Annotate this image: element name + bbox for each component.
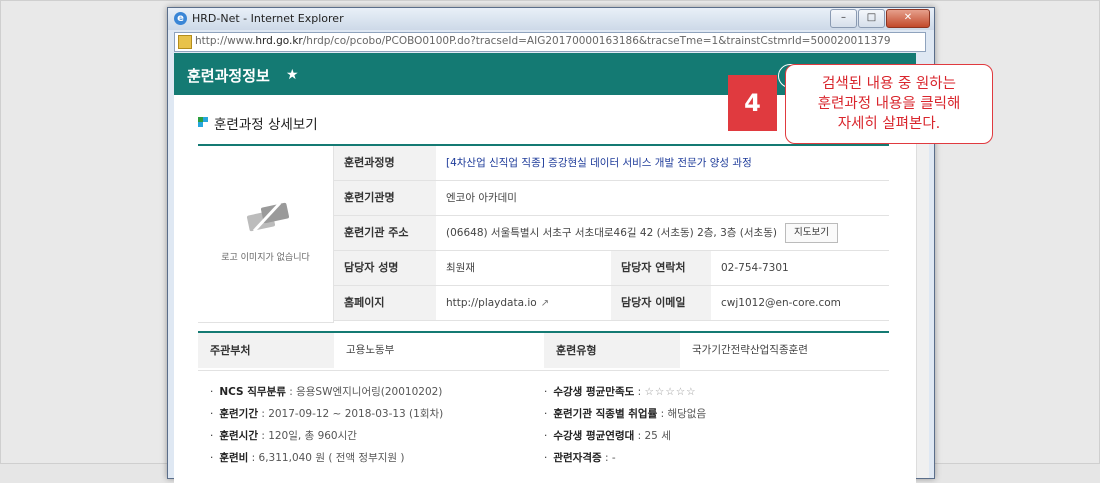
title-bar: e HRD-Net - Internet Explorer – □ ✕ (168, 8, 934, 30)
callout-line-1: 검색된 내용 중 원하는 (822, 76, 956, 92)
email-label: 담당자 이메일 (611, 286, 711, 320)
homepage-label: 홈페이지 (334, 286, 436, 320)
window-title: HRD-Net - Internet Explorer (192, 12, 344, 25)
no-logo-icon (246, 201, 290, 233)
ie-logo-icon: e (174, 12, 187, 25)
external-link-icon[interactable]: ↗ (541, 287, 549, 321)
vertical-scrollbar[interactable]: ▲ (916, 98, 929, 478)
address-value: (06648) 서울특별시 서초구 서초대로46길 42 (서초동) 2층, 3… (446, 216, 838, 250)
bullet-ncs: · NCS 직무분류 : 응용SW엔지니어링(20010202) (210, 386, 443, 398)
address-label: 훈련기관 주소 (334, 216, 436, 250)
logo-cell: 로고 이미지가 없습니다 (198, 146, 334, 323)
rating-stars: ☆☆☆☆☆ (644, 386, 697, 398)
homepage-link[interactable]: http://playdata.io (446, 297, 537, 309)
type-label: 훈련유형 (544, 333, 680, 368)
close-icon[interactable]: ✕ (886, 9, 930, 28)
course-detail-table: 로고 이미지가 없습니다 훈련과정명 [4차산업 신직업 직종] 증강현실 데이… (198, 144, 889, 323)
callout-line-2: 훈련과정 내용을 클릭해 (817, 96, 961, 112)
row-course-name: 훈련과정명 [4차산업 신직업 직종] 증강현실 데이터 서비스 개발 전문가 … (334, 146, 889, 181)
row-org-name: 훈련기관명 엔코아 아카데미 (334, 181, 889, 216)
bullet-age: · 수강생 평균연령대 : 25 세 (544, 430, 671, 442)
ministry-row: 주관부처 고용노동부 훈련유형 국가기간전략산업직종훈련 (198, 331, 889, 371)
bullet-cert: · 관련자격증 : - (544, 452, 616, 464)
bullet-satisfaction: · 수강생 평균만족도 : ☆☆☆☆☆ (544, 386, 697, 398)
page-icon (178, 35, 192, 49)
org-name-label: 훈련기관명 (334, 181, 436, 215)
bullet-period: · 훈련기간 : 2017-09-12 ~ 2018-03-13 (1회차) (210, 408, 444, 420)
bullet-employment: · 훈련기관 직종별 취업률 : 해당없음 (544, 408, 707, 420)
map-button[interactable]: 지도보기 (784, 223, 838, 243)
address-url[interactable]: http://www.hrd.go.kr/hrdp/co/pcobo/PCOBO… (195, 35, 891, 47)
maximize-icon[interactable]: □ (858, 9, 885, 28)
callout-line-3: 자세히 살펴본다. (837, 116, 941, 132)
page-title: 훈련과정정보 (187, 67, 270, 85)
section-icon (198, 117, 208, 127)
org-name-value: 엔코아 아카데미 (446, 192, 517, 204)
dept-value: 고용노동부 (346, 344, 395, 356)
course-name-label: 훈련과정명 (334, 146, 436, 180)
email-value: cwj1012@en-core.com (721, 297, 841, 309)
no-logo-text: 로고 이미지가 없습니다 (221, 253, 310, 263)
bullet-hours: · 훈련시간 : 120일, 총 960시간 (210, 430, 357, 442)
sparkle-icon: ★ (286, 67, 299, 83)
manager-value: 최원재 (446, 262, 475, 274)
window-controls: – □ ✕ (830, 9, 930, 28)
homepage-value: http://playdata.io ↗ (446, 286, 549, 320)
contact-value: 02-754-7301 (721, 262, 789, 274)
row-manager: 담당자 성명 최원재 담당자 연락처 02-754-7301 (334, 251, 889, 286)
instruction-callout: 검색된 내용 중 원하는 훈련과정 내용을 클릭해 자세히 살펴본다. (785, 64, 993, 144)
address-bar[interactable]: http://www.hrd.go.kr/hrdp/co/pcobo/PCOBO… (174, 32, 926, 52)
contact-label: 담당자 연락처 (611, 251, 711, 285)
dept-label: 주관부처 (198, 333, 334, 368)
address-text: (06648) 서울특별시 서초구 서초대로46길 42 (서초동) 2층, 3… (446, 227, 777, 239)
bullet-cost: · 훈련비 : 6,311,040 원 ( 전액 정부지원 ) (210, 452, 405, 464)
course-name-value[interactable]: [4차산업 신직업 직종] 증강현실 데이터 서비스 개발 전문가 양성 과정 (446, 146, 752, 180)
row-homepage: 홈페이지 http://playdata.io ↗ 담당자 이메일 cwj1012… (334, 286, 889, 321)
row-address: 훈련기관 주소 (06648) 서울특별시 서초구 서초대로46길 42 (서초… (334, 216, 889, 251)
manager-label: 담당자 성명 (334, 251, 436, 285)
section-heading: 훈련과정 상세보기 (214, 117, 318, 133)
step-badge: 4 (728, 75, 777, 131)
type-value: 국가기간전략산업직종훈련 (692, 344, 808, 356)
minimize-icon[interactable]: – (830, 9, 857, 28)
